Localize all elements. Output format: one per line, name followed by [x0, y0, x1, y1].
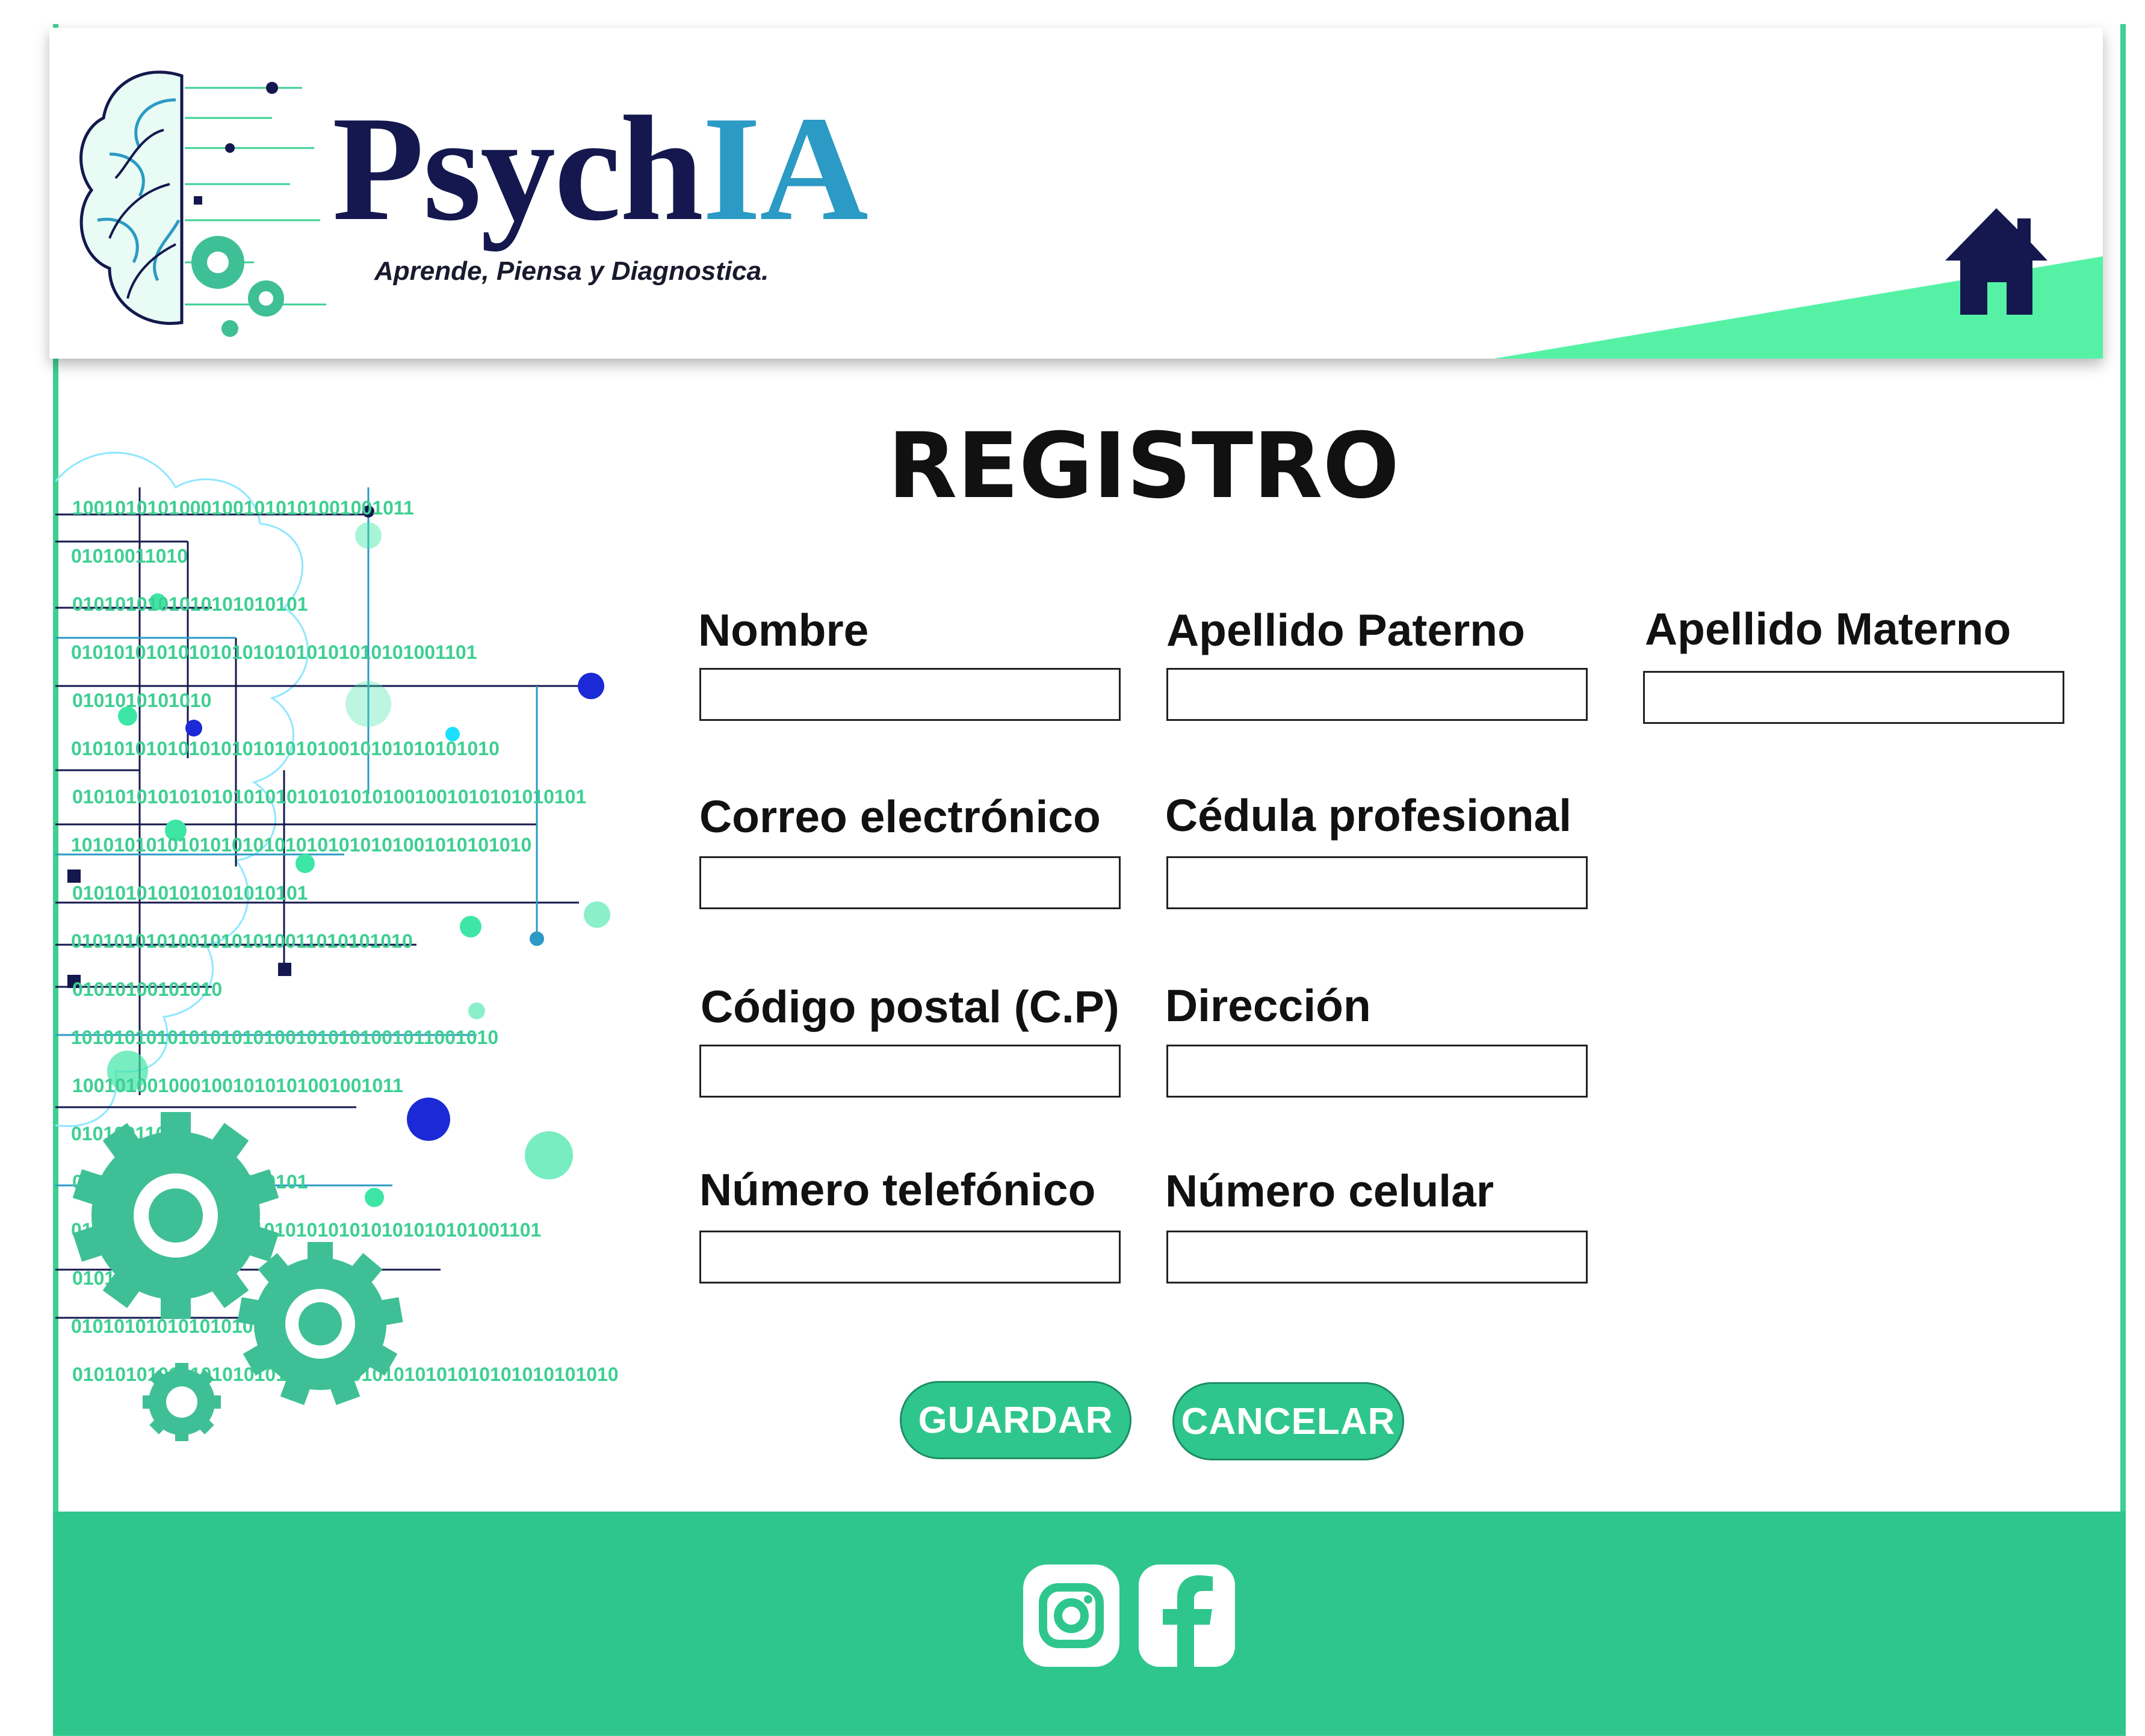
binary-row: 0101010101010101010101010101010010010101…	[72, 786, 586, 808]
header-bar: PsychIA Aprende, Piensa y Diagnostica.	[49, 28, 2103, 359]
save-button[interactable]: GUARDAR	[900, 1381, 1131, 1459]
instagram-icon[interactable]	[1023, 1565, 1119, 1667]
codigo-postal-label: Código postal (C.P)	[701, 981, 1119, 1032]
brand-tagline: Aprende, Piensa y Diagnostica.	[374, 256, 769, 286]
binary-row: 0101010101010	[72, 690, 211, 711]
correo-label: Correo electrónico	[699, 791, 1101, 842]
gear-tooth	[143, 1395, 153, 1409]
apellido-paterno-label: Apellido Paterno	[1166, 605, 1525, 655]
gear-tooth	[161, 1295, 191, 1319]
nombre-label: Nombre	[698, 605, 869, 655]
direccion-input[interactable]	[1166, 1045, 1588, 1098]
binary-row: 0101010101010101010101	[72, 593, 308, 615]
cedula-label: Cédula profesional	[1165, 790, 1572, 841]
binary-row: 01010100101010	[72, 978, 222, 1000]
direccion-label: Dirección	[1165, 980, 1371, 1031]
binary-row: 01010101010010101010011010101010	[71, 930, 413, 952]
gear-tooth	[308, 1242, 333, 1262]
gear-tooth	[175, 1430, 188, 1441]
gear-tooth	[237, 1297, 262, 1326]
home-icon[interactable]	[1939, 205, 2054, 320]
facebook-icon[interactable]	[1139, 1565, 1235, 1667]
binary-row: 0101010101010101010101	[72, 882, 308, 904]
binary-row: 0101010101010101010101010010101010101010	[71, 738, 500, 759]
binary-row: 1001010010001001010101001001011	[72, 1075, 403, 1096]
cedula-input[interactable]	[1166, 856, 1588, 909]
telefono-label: Número telefónico	[699, 1164, 1096, 1215]
apellido-paterno-input[interactable]	[1166, 668, 1588, 721]
page-title: REGISTRO	[887, 414, 1400, 519]
celular-input[interactable]	[1166, 1231, 1588, 1283]
apellido-materno-input[interactable]	[1643, 671, 2064, 724]
binary-row: 01010011010	[71, 545, 188, 567]
gear-tooth	[210, 1395, 221, 1409]
brain-logo-icon	[79, 70, 326, 337]
binary-row: 01010101010101010101010101010101001101	[71, 641, 477, 663]
binary-row: 1010101010101010101001010101001011001010	[71, 1027, 498, 1048]
correo-input[interactable]	[699, 856, 1121, 909]
nombre-input[interactable]	[699, 668, 1121, 721]
binary-row: 1010101010101010101010101010101001010101…	[71, 834, 531, 856]
codigo-postal-input[interactable]	[699, 1045, 1121, 1098]
apellido-materno-label: Apellido Materno	[1645, 604, 2011, 654]
telefono-input[interactable]	[699, 1231, 1121, 1283]
brand-logo: PsychIA	[332, 94, 868, 244]
gear-tooth	[175, 1363, 188, 1374]
brand-name-accent: IA	[702, 85, 868, 252]
cancel-button[interactable]: CANCELAR	[1172, 1382, 1404, 1460]
circuit-illustration: 10010101010001001010101001001011 01010011…	[55, 451, 619, 1441]
celular-label: Número celular	[1165, 1166, 1494, 1216]
gear-tooth	[161, 1112, 191, 1136]
binary-row: 10010101010001001010101001001011	[72, 497, 414, 519]
gear-tooth	[378, 1297, 403, 1326]
brand-name-primary: Psych	[332, 85, 704, 252]
